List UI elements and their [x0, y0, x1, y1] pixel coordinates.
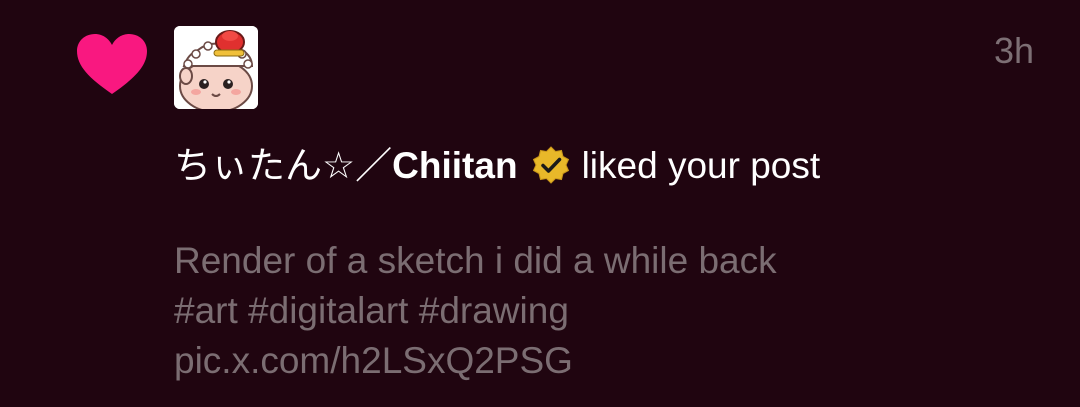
- post-hashtags-line: #art #digitalart #drawing: [174, 290, 569, 331]
- user-name-prefix: ちぃたん☆／: [174, 145, 393, 186]
- user-name-bold: Chiitan: [392, 145, 518, 186]
- action-text: liked your post: [581, 145, 821, 186]
- verified-badge-icon: [532, 146, 569, 184]
- user-display-name[interactable]: ちぃたん☆／Chiitan: [174, 142, 518, 190]
- notification-headline: ちぃたん☆／Chiitan liked your post: [174, 142, 820, 190]
- heart-icon: [77, 34, 147, 94]
- post-preview[interactable]: Render of a sketch i did a while back #a…: [174, 236, 777, 386]
- avatar[interactable]: [174, 26, 258, 109]
- post-link-line: pic.x.com/h2LSxQ2PSG: [174, 340, 573, 381]
- post-text-line: Render of a sketch i did a while back: [174, 240, 777, 281]
- like-notification[interactable]: 3h ちぃたん☆／Chiitan liked your post Render …: [0, 0, 1080, 407]
- timestamp: 3h: [993, 30, 1034, 71]
